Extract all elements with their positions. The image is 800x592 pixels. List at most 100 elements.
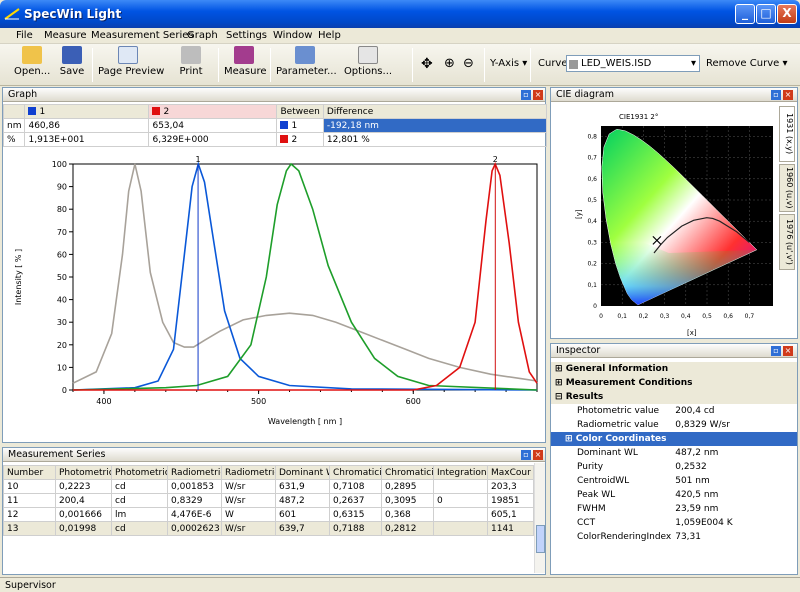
tab-cie-1960[interactable]: 1960 (u,v) [779, 164, 795, 212]
y-tick-label: 30 [57, 318, 67, 327]
table-cell: 601 [275, 507, 330, 522]
toolbar: Open... Save Page Preview Print Measure … [0, 44, 800, 86]
app-logo-icon [4, 8, 20, 20]
table-cell: 200,4 [55, 493, 112, 508]
expand-icon[interactable]: ⊞ [555, 378, 563, 388]
maximize-button[interactable]: □ [756, 4, 776, 24]
inspector-property-row[interactable]: CentroidWL 501 nm [551, 474, 797, 488]
y-tick-label: 40 [57, 296, 67, 305]
x-tick-label: 600 [406, 397, 421, 406]
series-column-header[interactable]: MaxCour [487, 465, 534, 480]
cie-diagram[interactable]: CIE1931 2° 0 0,1 0,2 0,3 0,4 0,5 0,6 0,7 0 0,1 0,2… [551, 104, 779, 338]
series-column-header[interactable]: Radiometric [221, 465, 276, 480]
x-tick-label: 500 [251, 397, 266, 406]
measure-button[interactable]: Measure [224, 46, 267, 84]
move-icon[interactable]: ✥ [421, 56, 433, 72]
series-column-header[interactable]: Dominant W [275, 465, 330, 480]
table-row[interactable]: 11 200,4 cd 0,8329 W/sr 487,2 0,2637 0,3095 0 198… [3, 493, 534, 508]
table-cell: 1141 [487, 521, 534, 536]
panel-close-button[interactable]: × [533, 450, 543, 460]
print-button[interactable]: Print [174, 46, 208, 84]
close-button[interactable]: X [777, 4, 797, 24]
parameter-button[interactable]: Parameter... [276, 46, 337, 84]
panel-close-button[interactable]: × [533, 90, 543, 100]
y-tick-label: 70 [57, 228, 67, 237]
save-button[interactable]: Save [58, 46, 86, 84]
inspector-property-row[interactable]: Radiometric value 0,8329 W/sr [551, 418, 797, 432]
y-tick-label: 0 [62, 386, 67, 395]
table-cell: cd [111, 479, 168, 494]
series-column-header[interactable]: Radiometric [167, 465, 222, 480]
menu-help[interactable]: Help [318, 30, 341, 41]
cie-x-tick-label: 0,7 [745, 313, 755, 320]
y-axis-dropdown[interactable]: Y-Axis ▾ [490, 58, 527, 69]
series-column-header[interactable]: Photometric [55, 465, 112, 480]
menu-window[interactable]: Window [273, 30, 312, 41]
panel-float-button[interactable]: ▫ [521, 450, 531, 460]
save-disk-icon [62, 46, 82, 64]
minimize-button[interactable]: _ [735, 4, 755, 24]
y-tick-label: 50 [57, 273, 67, 282]
menu-file[interactable]: File [16, 30, 33, 41]
zoom-in-icon[interactable]: ⊕ [444, 56, 455, 71]
table-row[interactable]: 13 0,01998 cd 0,0002623 W/sr 639,7 0,7188 0,281… [3, 521, 534, 536]
cie-y-tick-label: 0,4 [587, 218, 597, 225]
series-scrollbar[interactable] [534, 463, 545, 573]
inspector-results-row[interactable]: ⊟ Results [551, 390, 797, 404]
play-measure-icon [234, 46, 254, 64]
inspector-property-row[interactable]: Photometric value 200,4 cd [551, 404, 797, 418]
inspector-property-row[interactable]: FWHM 23,59 nm [551, 502, 797, 516]
cie-y-axis-label: [y] [575, 209, 583, 219]
property-name: Radiometric value [577, 420, 659, 430]
table-cell: W/sr [221, 521, 276, 536]
remove-curve-dropdown[interactable]: Remove Curve ▾ [706, 58, 787, 69]
panel-close-button[interactable]: × [783, 346, 793, 356]
inspector-property-row[interactable]: Peak WL 420,5 nm [551, 488, 797, 502]
table-row[interactable]: 10 0,2223 cd 0,001853 W/sr 631,9 0,7108 0,2895 2… [3, 479, 534, 494]
graph-panel: Graph ▫ × 1 2 Between Difference nm 460,8… [2, 87, 548, 443]
panel-float-button[interactable]: ▫ [771, 346, 781, 356]
options-button[interactable]: Options... [340, 46, 396, 84]
table-row[interactable]: 12 0,001666 lm 4,476E-6 W 601 0,6315 0,368 605,1 [3, 507, 534, 522]
page-preview-icon [118, 46, 138, 64]
property-value: 1,059E004 K [675, 518, 733, 528]
cie-y-tick-label: 0,8 [587, 133, 597, 140]
inspector-property-row[interactable]: ColorRenderingIndex 73,31 [551, 530, 797, 544]
menu-measure[interactable]: Measure [44, 30, 87, 41]
panel-float-button[interactable]: ▫ [521, 90, 531, 100]
inspector-conditions-row[interactable]: ⊞ Measurement Conditions [551, 376, 797, 390]
series-column-header[interactable]: Photometric [111, 465, 168, 480]
cie-x-tick-label: 0,4 [681, 313, 691, 320]
series-table: Number Photometric Photometric Radiometric R… [3, 465, 534, 536]
table-cell: lm [111, 507, 168, 522]
collapse-icon[interactable]: ⊟ [555, 392, 563, 402]
curve-select[interactable]: LED_WEIS.ISD ▾ [566, 55, 700, 72]
zoom-out-icon[interactable]: ⊖ [463, 56, 474, 71]
series-column-header[interactable]: Number [3, 465, 56, 480]
tab-cie-1931[interactable]: 1931 (x,y) [779, 106, 795, 162]
series-column-header[interactable]: Chromaticity [329, 465, 382, 480]
inspector-color-coords-row[interactable]: ⊞ Color Coordinates [551, 432, 797, 446]
property-value: 501 nm [675, 476, 710, 486]
spectrum-chart[interactable]: 0 10 20 30 40 50 60 70 80 90 100 400 500 600 Wavelengt… [3, 150, 545, 442]
menu-measurement-series[interactable]: Measurement Series [91, 30, 194, 41]
inspector-property-row[interactable]: Dominant WL 487,2 nm [551, 446, 797, 460]
inspector-property-row[interactable]: Purity 0,2532 [551, 460, 797, 474]
page-preview-button[interactable]: Page Preview [98, 46, 164, 84]
inspector-property-row[interactable]: CCT 1,059E004 K [551, 516, 797, 530]
inspector-general-row[interactable]: ⊞ General Information [551, 362, 797, 376]
series-column-header[interactable]: Chromaticity [381, 465, 434, 480]
panel-float-button[interactable]: ▫ [771, 90, 781, 100]
table-cell: 203,3 [487, 479, 534, 494]
scrollbar-thumb[interactable] [536, 525, 545, 553]
open-button[interactable]: Open... [14, 46, 50, 84]
tab-cie-1976[interactable]: 1976 (u',v') [779, 214, 795, 270]
menu-settings[interactable]: Settings [226, 30, 267, 41]
expand-icon[interactable]: ⊞ [555, 364, 563, 374]
series-column-header[interactable]: Integration ti [433, 465, 488, 480]
panel-close-button[interactable]: × [783, 90, 793, 100]
inspector-panel-header: Inspector ▫ × [551, 344, 797, 358]
menu-graph[interactable]: Graph [187, 30, 218, 41]
expand-icon[interactable]: ⊞ [565, 434, 573, 444]
marker-table: 1 2 Between Difference nm 460,86 653,04 1 … [2, 104, 548, 147]
